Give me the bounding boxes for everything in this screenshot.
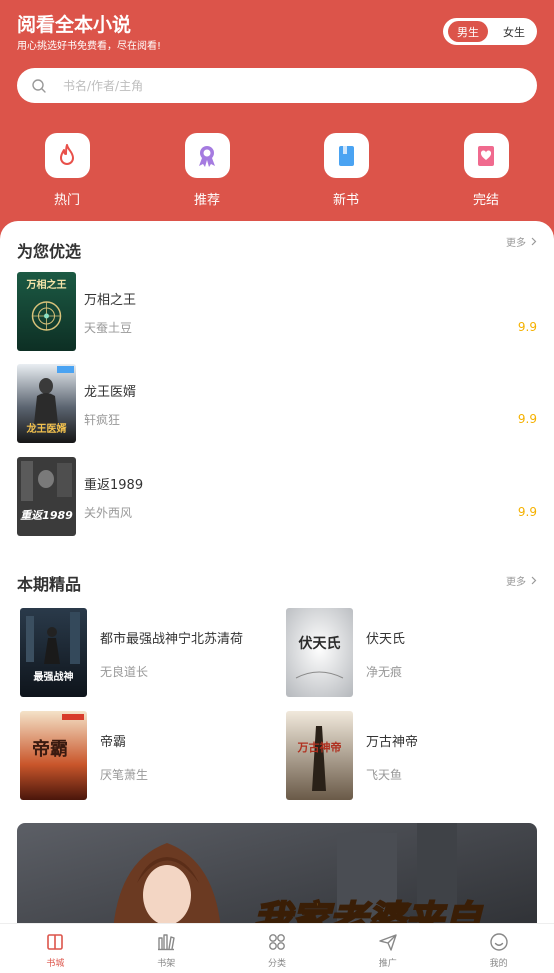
app-subtitle: 用心挑选好书免费看，尽在阅看! (17, 41, 162, 52)
book-author: 无良道长 (100, 665, 149, 679)
heart-book-icon (478, 145, 494, 166)
featured-book-item[interactable]: 最强战神 都市最强战神宁北苏清荷 无良道长 (20, 608, 270, 698)
book-title: 万相之王 (84, 293, 137, 308)
book-author: 轩疯狂 (84, 413, 121, 427)
book-icon (339, 145, 354, 166)
gender-toggle: 男生 女生 (443, 18, 537, 45)
gender-male-option[interactable]: 男生 (448, 21, 488, 42)
tab-mine[interactable]: 我的 (443, 924, 554, 973)
content-panel: 为您优选 更多 万相之王 万相之王 天蚕土豆 9.9 龙王医婿 龙王医婿 轩疯狂… (0, 221, 554, 973)
quick-nav-label: 新书 (332, 193, 359, 208)
tab-bookstore[interactable]: 书城 (0, 924, 111, 973)
featured-section-title: 本期精品 (17, 575, 82, 594)
tab-label: 书城 (46, 959, 65, 969)
bookshelf-icon (158, 934, 175, 951)
book-cover: 最强战神 (20, 608, 87, 697)
category-icon (269, 934, 285, 950)
chevron-right-icon (531, 576, 537, 585)
book-author: 厌笔萧生 (100, 768, 149, 782)
svg-text:重返1989: 重返1989 (20, 509, 73, 522)
tab-category[interactable]: 分类 (222, 924, 333, 973)
featured-book-item[interactable]: 伏天氏 伏天氏 净无痕 (286, 608, 536, 698)
search-input[interactable] (63, 78, 503, 93)
bottom-tab-bar: 书城 书架 分类 推广 我的 (0, 923, 554, 973)
paper-plane-icon (379, 934, 397, 951)
svg-text:最强战神: 最强战神 (34, 670, 74, 683)
chevron-right-icon (531, 237, 537, 246)
quick-nav-recommend[interactable]: 推荐 (167, 133, 247, 208)
book-score: 9.9 (517, 320, 537, 334)
tab-bookshelf[interactable]: 书架 (111, 924, 222, 973)
featured-more-link[interactable]: 更多 (506, 573, 538, 588)
book-cover: 龙王医婿 (17, 364, 76, 443)
quick-nav-finished[interactable]: 完结 (446, 133, 526, 208)
book-title: 都市最强战神宁北苏清荷 (100, 632, 244, 647)
book-cover: 重返1989 (17, 457, 76, 536)
recommended-section-title: 为您优选 (17, 242, 82, 261)
search-icon (32, 78, 46, 93)
quick-nav-hot[interactable]: 热门 (27, 133, 107, 208)
book-title: 伏天氏 (366, 632, 406, 647)
quick-nav-new[interactable]: 新书 (306, 133, 386, 208)
book-author: 飞天鱼 (366, 768, 403, 782)
featured-book-item[interactable]: 万古神帝 万古神帝 飞天鱼 (286, 711, 536, 801)
book-score: 9.9 (517, 412, 537, 426)
recommended-book-item[interactable]: 万相之王 万相之王 天蚕土豆 9.9 (17, 272, 537, 352)
book-title: 帝霸 (100, 735, 127, 750)
book-author: 天蚕土豆 (84, 321, 133, 335)
tab-label: 我的 (489, 959, 508, 969)
book-cover: 帝霸 (20, 711, 87, 800)
award-icon (199, 145, 215, 167)
smile-icon (489, 933, 508, 951)
quick-nav-label: 完结 (472, 193, 499, 208)
svg-text:帝霸: 帝霸 (32, 738, 68, 760)
book-author: 关外西风 (84, 506, 133, 520)
svg-text:伏天氏: 伏天氏 (299, 635, 341, 652)
book-author: 净无痕 (366, 665, 403, 679)
book-cover: 伏天氏 (286, 608, 353, 697)
book-score: 9.9 (517, 505, 537, 519)
book-cover: 万古神帝 (286, 711, 353, 800)
svg-text:龙王医婿: 龙王医婿 (26, 422, 68, 435)
flame-icon (60, 143, 74, 165)
bookstore-icon (47, 934, 64, 950)
recommended-book-item[interactable]: 龙王医婿 龙王医婿 轩疯狂 9.9 (17, 364, 537, 444)
quick-nav: 热门 推荐 新书 完结 (0, 133, 554, 213)
svg-text:万古神帝: 万古神帝 (297, 740, 342, 754)
tab-label: 推广 (378, 959, 397, 969)
featured-book-item[interactable]: 帝霸 帝霸 厌笔萧生 (20, 711, 270, 801)
recommended-more-link[interactable]: 更多 (506, 234, 538, 249)
book-title: 重返1989 (84, 478, 144, 493)
search-bar[interactable] (17, 68, 537, 103)
tab-promote[interactable]: 推广 (332, 924, 443, 973)
svg-text:万相之王: 万相之王 (26, 278, 67, 291)
quick-nav-label: 推荐 (193, 193, 220, 208)
quick-nav-label: 热门 (53, 193, 80, 208)
tab-label: 分类 (267, 959, 286, 969)
book-cover: 万相之王 (17, 272, 76, 351)
gender-female-option[interactable]: 女生 (494, 21, 534, 42)
recommended-book-item[interactable]: 重返1989 重返1989 关外西风 9.9 (17, 457, 537, 537)
tab-label: 书架 (157, 959, 176, 969)
header: 阅看全本小说 用心挑选好书免费看，尽在阅看! 男生 女生 热门 (0, 0, 554, 240)
book-title: 龙王医婿 (84, 385, 137, 400)
book-title: 万古神帝 (366, 735, 419, 750)
app-title: 阅看全本小说 (17, 14, 132, 36)
